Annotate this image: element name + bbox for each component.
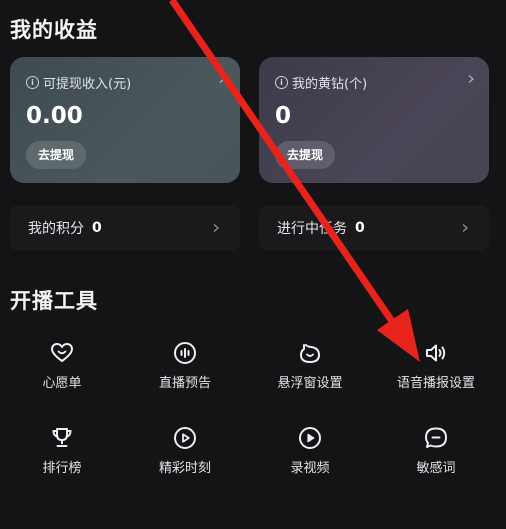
withdrawable-income-card[interactable]: i 可提现收入(元) 0.00 去提现 xyxy=(10,57,240,183)
income-card-label: 可提现收入(元) xyxy=(43,76,132,92)
yellow-diamond-card[interactable]: i 我的黄钻(个) 0 去提现 xyxy=(259,57,489,183)
income-value: 0.00 xyxy=(26,103,83,129)
points-row[interactable]: 我的积分 0 xyxy=(10,205,240,251)
speaker-icon xyxy=(426,344,446,362)
chevron-right-icon xyxy=(468,75,474,83)
diamond-card-label: 我的黄钻(个) xyxy=(292,76,368,92)
info-icon: i xyxy=(275,75,288,89)
tool-float-window[interactable]: 悬浮窗设置 xyxy=(250,340,370,391)
record-video-icon xyxy=(299,427,321,449)
heart-icon xyxy=(51,343,73,362)
tasks-label: 进行中任务 xyxy=(277,221,347,237)
tool-highlights[interactable]: 精彩时刻 xyxy=(125,425,245,476)
diamond-card-label-row: i 我的黄钻(个) xyxy=(275,73,475,92)
tools-section-title: 开播工具 xyxy=(10,289,98,313)
tool-sensitive-words[interactable]: 敏感词 xyxy=(376,425,496,476)
tool-label: 语音播报设置 xyxy=(396,376,475,391)
chat-icon xyxy=(425,427,447,448)
income-card-label-row: i 可提现收入(元) xyxy=(26,73,226,92)
points-value: 0 xyxy=(92,220,102,236)
tool-voice-broadcast[interactable]: 语音播报设置 xyxy=(376,340,496,391)
tool-leaderboard[interactable]: 排行榜 xyxy=(2,425,122,476)
withdraw-diamond-button[interactable]: 去提现 xyxy=(275,141,336,169)
tool-label: 精彩时刻 xyxy=(158,461,211,476)
chevron-right-icon xyxy=(213,224,219,232)
float-window-icon xyxy=(300,344,320,363)
tasks-row[interactable]: 进行中任务 0 xyxy=(259,205,489,251)
play-icon xyxy=(174,427,196,449)
tasks-value: 0 xyxy=(355,220,365,236)
earnings-section-title: 我的收益 xyxy=(10,18,98,42)
tool-label: 敏感词 xyxy=(416,461,456,476)
trophy-icon xyxy=(52,428,72,447)
tool-wishlist[interactable]: 心愿单 xyxy=(2,340,122,391)
tool-label: 心愿单 xyxy=(42,376,82,391)
tool-label: 排行榜 xyxy=(42,461,82,476)
points-label: 我的积分 xyxy=(28,221,84,237)
withdraw-income-button[interactable]: 去提现 xyxy=(26,141,87,169)
info-icon: i xyxy=(26,75,39,89)
chevron-right-icon xyxy=(219,75,225,83)
tool-record-video[interactable]: 录视频 xyxy=(250,425,370,476)
tool-live-preview[interactable]: 直播预告 xyxy=(125,340,245,391)
tool-label: 直播预告 xyxy=(158,376,211,391)
tool-label: 录视频 xyxy=(290,461,330,476)
tool-label: 悬浮窗设置 xyxy=(277,376,343,391)
chevron-right-icon xyxy=(462,224,468,232)
live-preview-icon xyxy=(174,342,196,364)
diamond-value: 0 xyxy=(275,103,292,129)
